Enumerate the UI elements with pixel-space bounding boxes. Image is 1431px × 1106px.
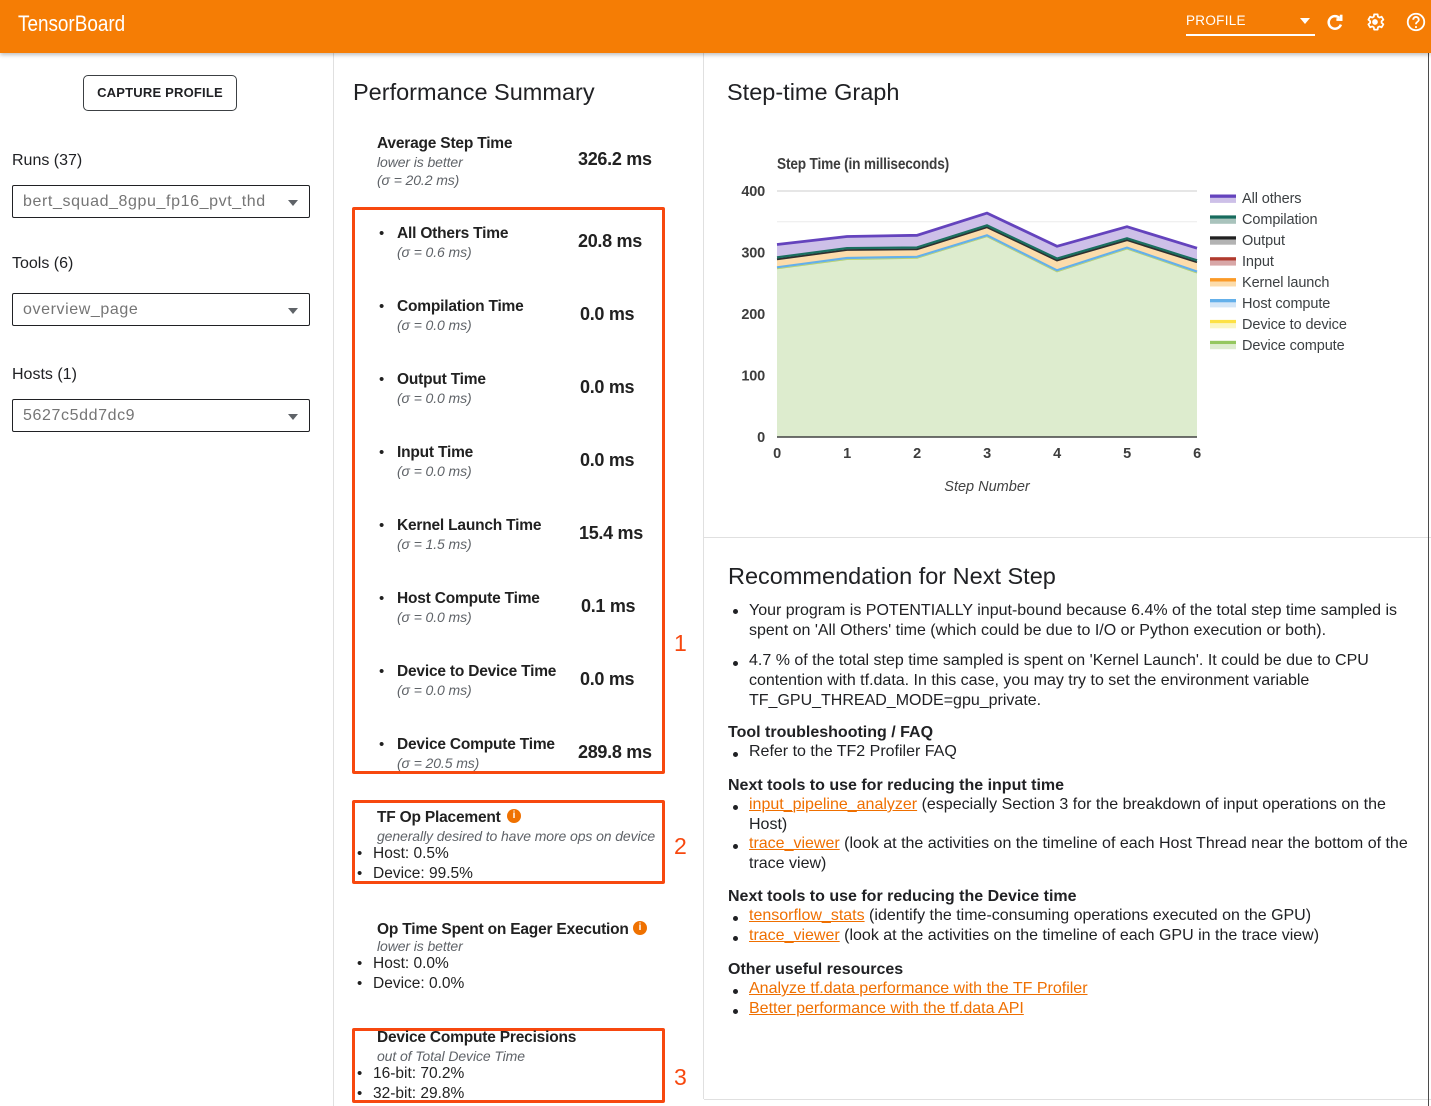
svg-text:Device compute: Device compute [1242,338,1345,354]
svg-text:Kernel launch: Kernel launch [1242,275,1329,291]
svg-text:Host compute: Host compute [1242,296,1330,312]
svg-text:4: 4 [1053,446,1061,462]
svg-text:300: 300 [741,246,765,262]
svg-text:100: 100 [741,369,765,385]
svg-text:6: 6 [1193,446,1201,462]
svg-text:2: 2 [913,446,921,462]
svg-text:Output: Output [1242,233,1285,249]
svg-text:1: 1 [843,446,851,462]
svg-text:Compilation: Compilation [1242,212,1317,228]
svg-text:3: 3 [983,446,991,462]
svg-text:0: 0 [773,446,781,462]
svg-text:200: 200 [741,307,765,323]
svg-text:0: 0 [757,430,765,446]
svg-text:Step Number: Step Number [944,479,1031,495]
svg-text:All others: All others [1242,191,1301,207]
svg-text:Device to device: Device to device [1242,317,1347,333]
svg-text:Input: Input [1242,254,1274,270]
svg-text:400: 400 [741,184,765,200]
svg-text:5: 5 [1123,446,1131,462]
svg-text:Step Time (in milliseconds): Step Time (in milliseconds) [777,156,949,173]
